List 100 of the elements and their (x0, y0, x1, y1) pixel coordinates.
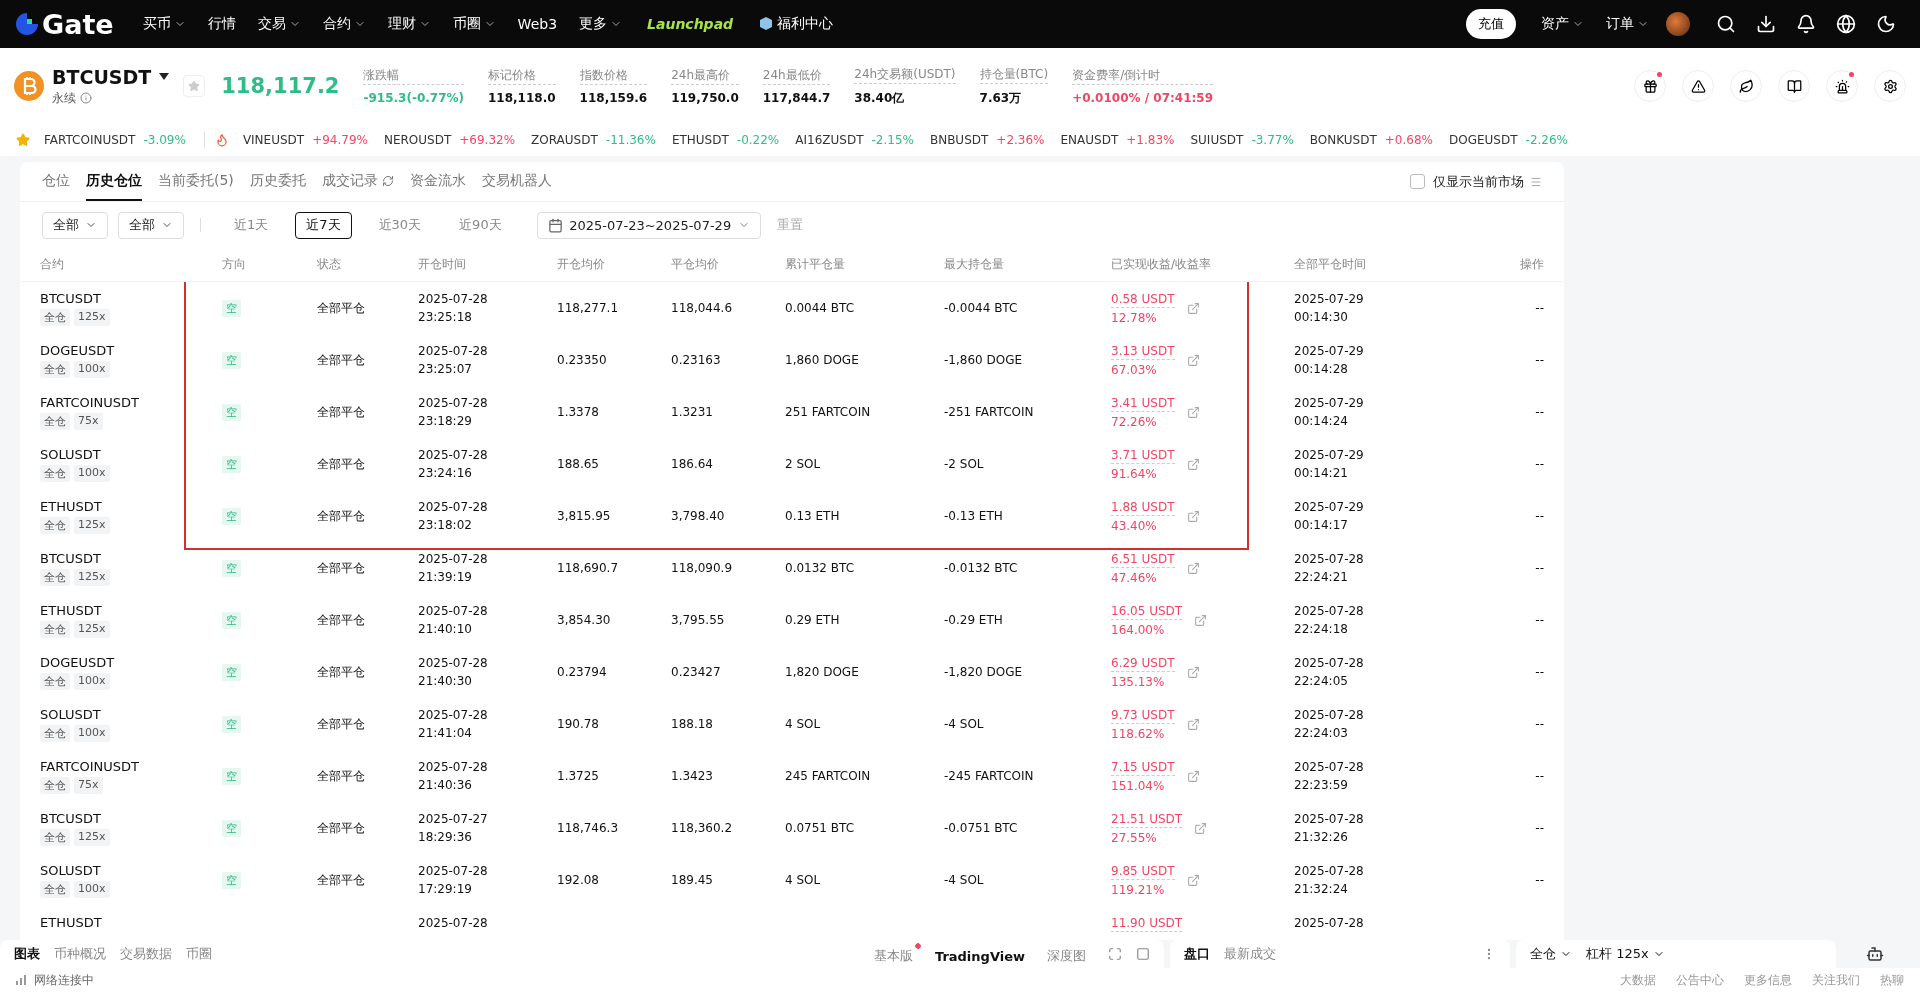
tab[interactable]: 历史仓位 (86, 162, 142, 201)
ticker-symbol[interactable]: DOGEUSDT (1449, 133, 1518, 147)
assets-menu[interactable]: 资产 (1530, 15, 1595, 33)
ticker-symbol[interactable]: ETHUSDT (671, 133, 729, 147)
realized-pnl[interactable]: 6.29 USDT (1111, 655, 1175, 672)
ticker-symbol[interactable]: ZORAUSDT (531, 133, 598, 147)
share-icon[interactable] (1186, 874, 1200, 887)
caret-icon[interactable] (159, 73, 170, 80)
nav-item[interactable]: 理财 (376, 15, 442, 33)
tab[interactable]: 交易机器人 (481, 162, 552, 201)
realized-pnl[interactable]: 1.88 USDT (1111, 499, 1175, 516)
nav-item[interactable]: 交易 (246, 15, 312, 33)
table-cell-text: 22:24:03 (1294, 725, 1349, 741)
moon-icon[interactable] (1876, 14, 1896, 34)
table-cell: 1.3231 (671, 404, 713, 420)
orderbook-tab[interactable]: 盘口 (1184, 945, 1210, 963)
nav-item[interactable]: 行情 (196, 15, 247, 33)
tab[interactable]: 成交记录 (321, 162, 394, 201)
tab[interactable]: 历史委托 (249, 162, 306, 201)
column-header: 已实现收益/收益率 (1111, 256, 1213, 273)
share-icon[interactable] (1186, 562, 1200, 575)
ticker-symbol[interactable]: FARTCOINUSDT (44, 133, 136, 147)
chart-tab[interactable]: 交易数据 (120, 945, 172, 963)
robot-icon[interactable] (1866, 945, 1884, 963)
realized-pnl[interactable]: 3.13 USDT (1111, 343, 1175, 360)
realized-pnl[interactable]: 11.90 USDT (1111, 915, 1183, 932)
avatar[interactable] (1666, 12, 1690, 36)
share-icon[interactable] (1186, 406, 1200, 419)
orderbook-tab[interactable]: 最新成交 (1224, 945, 1276, 963)
refresh-icon[interactable] (381, 174, 394, 187)
ticker-symbol[interactable]: AI16ZUSDT (795, 133, 864, 147)
globe-icon[interactable] (1836, 14, 1856, 34)
orders-menu[interactable]: 订单 (1595, 15, 1660, 33)
realized-pnl[interactable]: 21.51 USDT (1111, 811, 1183, 828)
realized-pnl[interactable]: 0.58 USDT (1111, 291, 1175, 308)
share-icon[interactable] (1186, 510, 1200, 523)
settings-button[interactable] (1874, 70, 1906, 102)
date-range-field[interactable]: 2025-07-23~2025-07-29 (536, 211, 761, 239)
nav-item[interactable]: 买币 (131, 15, 197, 33)
margin-mode-select[interactable]: 全仓 (1530, 945, 1572, 963)
share-icon[interactable] (1194, 614, 1208, 627)
leaf-button[interactable] (1730, 70, 1762, 102)
share-icon[interactable] (1186, 770, 1200, 783)
welfare-link[interactable]: 福利中心 (747, 15, 845, 33)
info-icon[interactable] (80, 92, 92, 104)
realized-pnl[interactable]: 9.73 USDT (1111, 707, 1175, 724)
only-current-market-checkbox[interactable]: 仅显示当前市场 (1410, 172, 1524, 191)
tab[interactable]: 资金流水 (409, 162, 466, 201)
ticker-symbol[interactable]: SUIUSDT (1190, 133, 1244, 147)
gift-button[interactable] (1634, 70, 1666, 102)
tab[interactable]: 仓位 (42, 162, 70, 201)
leverage-select[interactable]: 杠杆 125x (1586, 945, 1665, 963)
table-cell: 189.45 (671, 872, 713, 888)
share-icon[interactable] (1186, 354, 1200, 367)
fullscreen-icon[interactable] (1108, 947, 1122, 961)
share-icon[interactable] (1186, 666, 1200, 679)
range-button[interactable]: 近7天 (295, 211, 352, 239)
nav-item[interactable]: Web3 (506, 16, 569, 32)
view-tab[interactable]: 深度图 (1047, 943, 1094, 965)
ticker-symbol[interactable]: BNBUSDT (929, 133, 989, 147)
realized-pnl[interactable]: 7.15 USDT (1111, 759, 1175, 776)
ticker-symbol[interactable]: BONKUSDT (1309, 133, 1377, 147)
view-tab[interactable]: 基本版 (873, 943, 921, 965)
chart-tab[interactable]: 币种概况 (54, 945, 106, 963)
filter-select[interactable]: 全部 (118, 211, 184, 239)
warning-button[interactable] (1682, 70, 1714, 102)
table-cell: -- (1535, 508, 1544, 524)
logo-icon[interactable] (14, 11, 40, 37)
market-symbol[interactable]: BTCUSDT (52, 65, 152, 88)
table-cell-text: 21:39:19 (418, 569, 473, 585)
filter-select[interactable]: 全部 (42, 211, 108, 239)
realized-pnl[interactable]: 16.05 USDT (1111, 603, 1183, 620)
realized-pnl[interactable]: 6.51 USDT (1111, 551, 1175, 568)
bell-icon[interactable] (1796, 14, 1816, 34)
share-icon[interactable] (1186, 458, 1200, 471)
alarm-button[interactable] (1826, 70, 1858, 102)
deposit-button[interactable]: 充值 (1466, 9, 1516, 39)
nav-item[interactable]: 更多 (568, 15, 634, 33)
menu-icon[interactable] (1530, 175, 1542, 188)
nav-item[interactable]: 币圈 (441, 15, 507, 33)
nav-item[interactable]: 合约 (311, 15, 377, 33)
square-icon[interactable] (1136, 947, 1150, 961)
ticker-symbol[interactable]: ENAUSDT (1060, 133, 1119, 147)
realized-pnl[interactable]: 3.41 USDT (1111, 395, 1175, 412)
view-tab[interactable]: TradingView (934, 944, 1033, 964)
share-icon[interactable] (1186, 718, 1200, 731)
share-icon[interactable] (1194, 822, 1208, 835)
search-icon[interactable] (1716, 14, 1736, 34)
launchpad-link[interactable]: Launchpad (633, 16, 748, 32)
tab[interactable]: 当前委托(5) (158, 162, 234, 201)
download-icon[interactable] (1756, 14, 1776, 34)
chart-tab[interactable]: 币圈 (186, 945, 212, 963)
realized-pnl[interactable]: 9.85 USDT (1111, 863, 1175, 880)
ticker-symbol[interactable]: VINEUSDT (242, 133, 305, 147)
ticker-symbol[interactable]: NEROUSDT (383, 133, 452, 147)
chart-tab[interactable]: 图表 (14, 945, 40, 963)
book-button[interactable] (1778, 70, 1810, 102)
realized-pnl[interactable]: 3.71 USDT (1111, 447, 1175, 464)
share-icon[interactable] (1186, 302, 1200, 315)
logo-text[interactable]: Gate (42, 8, 114, 40)
